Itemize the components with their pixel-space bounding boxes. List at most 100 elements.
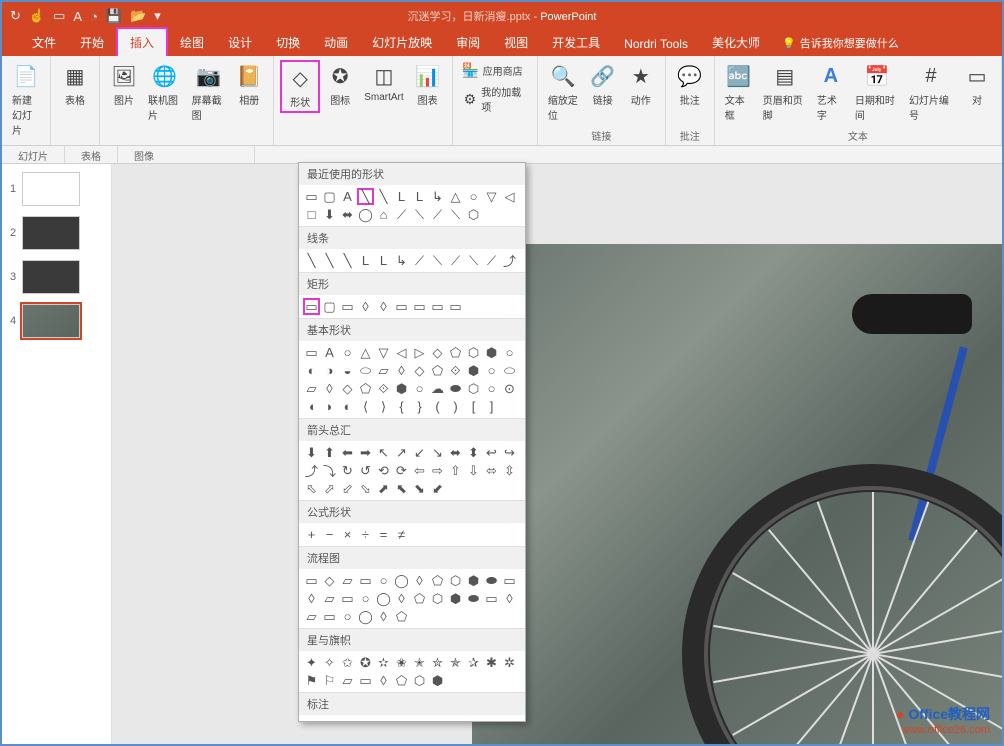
shape-lines-3[interactable]: L [357,252,374,269]
shape-basic-17[interactable]: ◊ [393,362,410,379]
shape-flowchart-21[interactable]: ⬬ [465,590,482,607]
shape-basic-15[interactable]: ⬭ [357,362,374,379]
shape-basic-6[interactable]: ▷ [411,344,428,361]
shape-arrows-12[interactable]: ⤴ [303,462,320,479]
shape-recent-7[interactable]: ↳ [429,188,446,205]
shape-flowchart-9[interactable]: ⬢ [465,572,482,589]
online-picture-button[interactable]: 🌐联机图片 [144,60,186,124]
shape-recent-19[interactable]: ⟋ [429,206,446,223]
shape-recent-8[interactable]: △ [447,188,464,205]
shape-callouts-11[interactable]: ▢ [501,718,518,722]
shape-arrows-29[interactable]: ⬉ [393,480,410,497]
shape-lines-8[interactable]: ⟋ [447,252,464,269]
shape-recent-3[interactable]: ╲ [357,188,374,205]
shape-rect-3[interactable]: ◊ [357,298,374,315]
shape-recent-0[interactable]: ▭ [303,188,320,205]
shape-flowchart-3[interactable]: ▭ [357,572,374,589]
shape-flowchart-23[interactable]: ◊ [501,590,518,607]
screenshot-button[interactable]: 📷屏幕截图 [188,60,230,124]
slide-canvas[interactable] [472,244,1002,744]
shape-flowchart-10[interactable]: ⬬ [483,572,500,589]
shape-flowchart-29[interactable]: ⬠ [393,608,410,625]
shape-flowchart-5[interactable]: ◯ [393,572,410,589]
shape-basic-40[interactable]: ⟩ [375,398,392,415]
shape-basic-18[interactable]: ◇ [411,362,428,379]
shape-arrows-30[interactable]: ⬊ [411,480,428,497]
shape-basic-46[interactable]: ] [483,398,500,415]
thumb-row-2[interactable]: 2 [10,216,103,250]
album-button[interactable]: 📔相册 [231,60,267,124]
tab-beautify[interactable]: 美化大师 [700,29,772,56]
dropdown-icon[interactable]: ▾ [154,8,161,24]
shapes-dropdown[interactable]: 最近使用的形状 ▭▢A╲╲LL↳△○▽◁□⬇⬌◯⌂⟋⟍⟋⟍⬡ 线条 ╲╲╲LL↳… [298,162,526,722]
thumbnail-4[interactable] [22,304,80,338]
shape-basic-0[interactable]: ▭ [303,344,320,361]
shape-stars-13[interactable]: ⚐ [321,672,338,689]
shape-equation-0[interactable]: + [303,526,320,543]
shape-flowchart-19[interactable]: ⬡ [429,590,446,607]
shape-arrows-3[interactable]: ➡ [357,444,374,461]
shape-callouts-5[interactable]: ▢ [393,718,410,722]
shape-basic-8[interactable]: ⬠ [447,344,464,361]
tab-insert[interactable]: 插入 [116,27,168,56]
table-button[interactable]: ▦表格 [57,60,93,109]
shape-recent-17[interactable]: ⟋ [393,206,410,223]
shape-flowchart-6[interactable]: ◊ [411,572,428,589]
shape-recent-6[interactable]: L [411,188,428,205]
shape-callouts-3[interactable]: ☁ [357,718,374,722]
shape-callouts-9[interactable]: ○ [465,718,482,722]
shape-arrows-27[interactable]: ⬂ [357,480,374,497]
tab-view[interactable]: 视图 [492,29,540,56]
shape-recent-20[interactable]: ⟍ [447,206,464,223]
thumb-row-4[interactable]: 4 [10,304,103,338]
shape-stars-5[interactable]: ✬ [393,654,410,671]
shape-flowchart-24[interactable]: ▱ [303,608,320,625]
shape-equation-1[interactable]: − [321,526,338,543]
shape-stars-9[interactable]: ✰ [465,654,482,671]
shape-lines-10[interactable]: ⟋ [483,252,500,269]
shape-arrows-5[interactable]: ↗ [393,444,410,461]
shape-basic-10[interactable]: ⬢ [483,344,500,361]
shape-callouts-1[interactable]: ▢ [321,718,338,722]
shape-basic-26[interactable]: ◇ [339,380,356,397]
save-icon[interactable]: 💾 [106,8,122,24]
shape-flowchart-11[interactable]: ▭ [501,572,518,589]
shape-recent-2[interactable]: A [339,188,356,205]
shape-lines-11[interactable]: ⤴ [501,252,518,269]
shape-basic-38[interactable]: ◐ [339,398,356,415]
shape-arrows-10[interactable]: ↩ [483,444,500,461]
shape-recent-13[interactable]: ⬇ [321,206,338,223]
shape-lines-2[interactable]: ╲ [339,252,356,269]
shape-flowchart-15[interactable]: ○ [357,590,374,607]
shape-rect-8[interactable]: ▭ [447,298,464,315]
link-button[interactable]: 🔗链接 [585,60,621,124]
shape-basic-35[interactable]: ⊙ [501,380,518,397]
shape-arrows-24[interactable]: ⬁ [303,480,320,497]
shape-stars-2[interactable]: ✩ [339,654,356,671]
shape-recent-1[interactable]: ▢ [321,188,338,205]
shape-basic-2[interactable]: ○ [339,344,356,361]
shape-flowchart-26[interactable]: ○ [339,608,356,625]
shape-arrows-13[interactable]: ⤵ [321,462,338,479]
shape-arrows-4[interactable]: ↖ [375,444,392,461]
shape-icon[interactable]: ◔ [90,9,98,24]
addins-button[interactable]: ⚙我的加载项 [459,82,531,116]
tab-nordri[interactable]: Nordri Tools [612,32,700,56]
shape-flowchart-16[interactable]: ◯ [375,590,392,607]
slidenumber-button[interactable]: #幻灯片编号 [905,60,957,124]
shape-arrows-16[interactable]: ⟲ [375,462,392,479]
shape-equation-2[interactable]: × [339,526,356,543]
shape-basic-9[interactable]: ⬡ [465,344,482,361]
slide-editor[interactable] [112,164,1002,744]
shape-lines-5[interactable]: ↳ [393,252,410,269]
shape-flowchart-20[interactable]: ⬢ [447,590,464,607]
shape-arrows-19[interactable]: ⇨ [429,462,446,479]
shape-arrows-15[interactable]: ↺ [357,462,374,479]
shape-basic-27[interactable]: ⬠ [357,380,374,397]
shape-lines-1[interactable]: ╲ [321,252,338,269]
shape-basic-32[interactable]: ⬬ [447,380,464,397]
shape-basic-14[interactable]: ◒ [339,362,356,379]
shape-arrows-9[interactable]: ⬍ [465,444,482,461]
shape-stars-7[interactable]: ✮ [429,654,446,671]
shape-flowchart-8[interactable]: ⬡ [447,572,464,589]
